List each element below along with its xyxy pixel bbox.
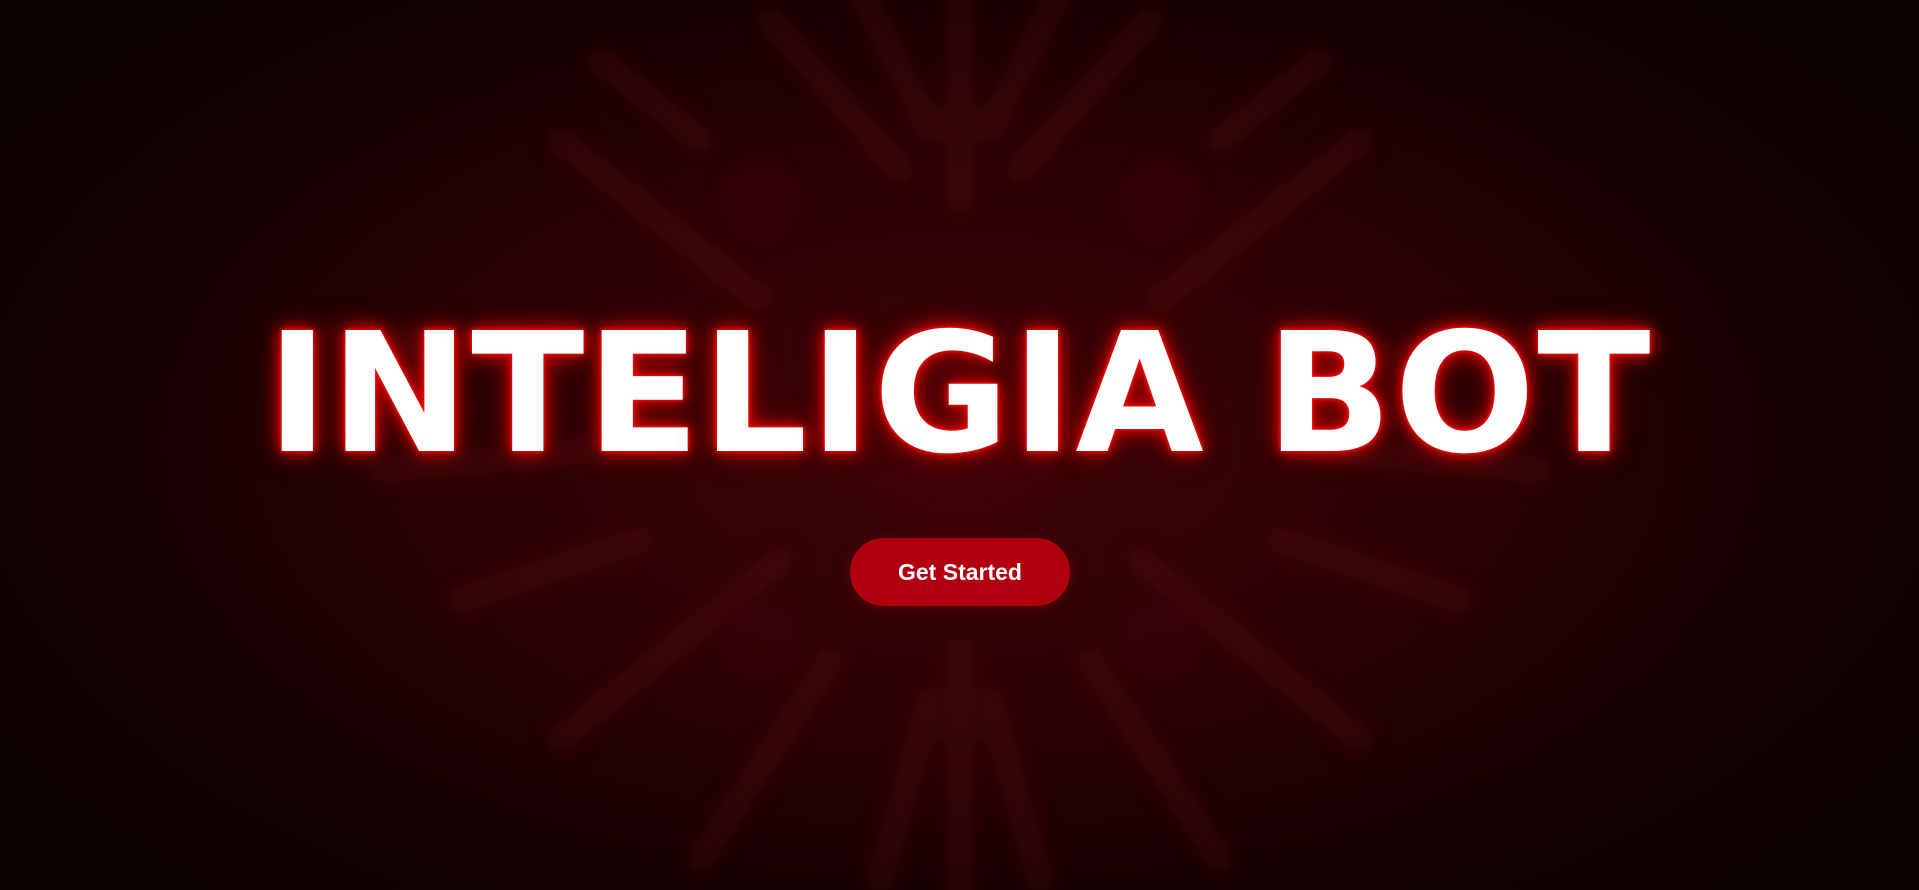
- get-started-button[interactable]: Get Started: [850, 538, 1070, 606]
- hero-section: INTELIGIA BOT Get Started: [0, 0, 1919, 890]
- hero-title: INTELIGIA BOT: [266, 298, 1653, 491]
